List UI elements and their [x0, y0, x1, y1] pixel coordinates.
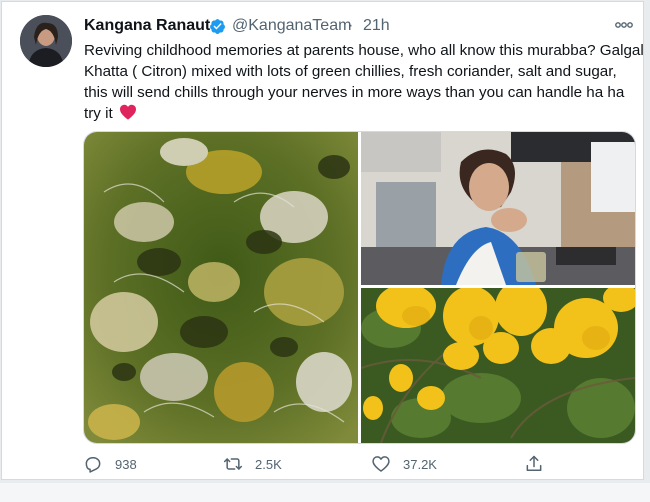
woman-eating-photo[interactable] [361, 132, 635, 285]
red-heart-icon [119, 104, 136, 120]
retweet-button[interactable]: 2.5K [223, 452, 282, 476]
like-icon [372, 456, 390, 472]
murabba-photo[interactable] [84, 132, 358, 443]
verified-badge-icon [210, 19, 225, 34]
more-icon[interactable] [614, 19, 634, 31]
reply-icon [85, 457, 101, 473]
like-button[interactable]: 37.2K [371, 452, 437, 476]
share-button[interactable] [524, 452, 556, 476]
author-handle[interactable]: @KanganaTeam [232, 17, 351, 35]
tweet-card[interactable]: Kangana Ranaut @KanganaTeam · 21h Revivi… [1, 1, 644, 480]
page-footer-strip [0, 483, 650, 502]
avatar[interactable] [20, 15, 72, 67]
like-count: 37.2K [403, 456, 437, 472]
reply-button[interactable]: 938 [83, 452, 137, 476]
citron-tree-photo[interactable] [361, 288, 635, 443]
media-grid[interactable] [83, 131, 636, 444]
author-name[interactable]: Kangana Ranaut [84, 17, 210, 35]
tweet-header: Kangana Ranaut @KanganaTeam · 21h [84, 13, 643, 37]
tweet-text: Reviving childhood memories at parents h… [84, 40, 644, 124]
retweet-count: 2.5K [255, 456, 282, 472]
reply-count: 938 [115, 456, 137, 472]
action-bar: 938 2.5K 37.2K [83, 452, 643, 476]
separator-dot: · [348, 17, 354, 34]
timestamp[interactable]: 21h [363, 17, 390, 35]
tweet-body: Reviving childhood memories at parents h… [84, 42, 644, 122]
retweet-icon [223, 458, 243, 470]
share-icon [526, 455, 542, 471]
